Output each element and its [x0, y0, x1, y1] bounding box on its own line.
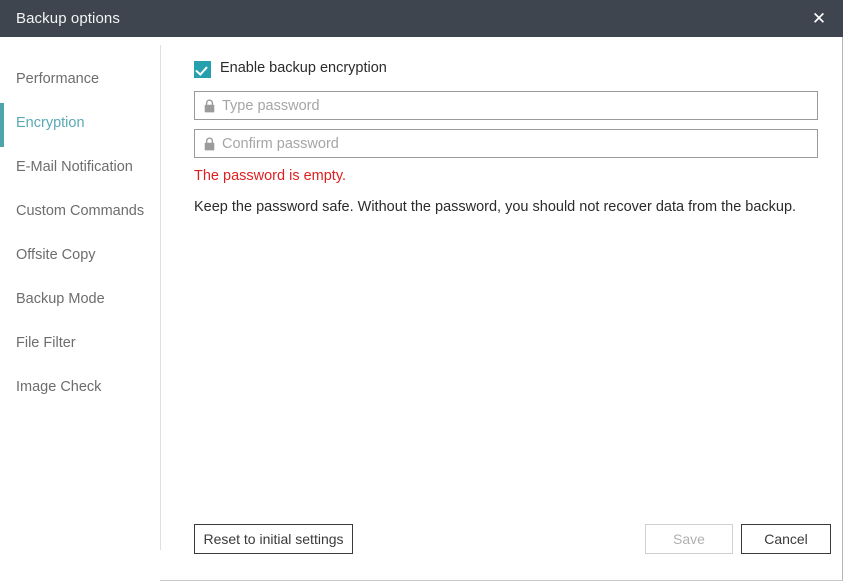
sidebar-item-encryption[interactable]: Encryption: [0, 103, 160, 147]
save-button[interactable]: Save: [645, 524, 733, 554]
password-hint-message: Keep the password safe. Without the pass…: [194, 199, 797, 215]
sidebar-item-performance[interactable]: Performance: [0, 59, 160, 103]
sidebar-item-email-notification[interactable]: E-Mail Notification: [0, 147, 160, 191]
sidebar-item-label: Performance: [16, 71, 100, 87]
confirm-password-input[interactable]: [222, 130, 802, 157]
sidebar-item-label: Offsite Copy: [16, 247, 96, 263]
checkbox-checked-icon: [194, 61, 211, 78]
sidebar-item-label: File Filter: [16, 335, 76, 351]
title-bar: Backup options ✕: [0, 0, 843, 37]
password-error-message: The password is empty.: [194, 168, 347, 184]
sidebar-item-backup-mode[interactable]: Backup Mode: [0, 279, 160, 323]
active-indicator-bar: [0, 103, 4, 147]
close-icon[interactable]: ✕: [808, 8, 830, 30]
lock-icon: [204, 137, 215, 151]
enable-backup-encryption-label: Enable backup encryption: [220, 60, 387, 76]
confirm-password-field-wrapper[interactable]: [194, 129, 818, 158]
reset-to-initial-settings-button[interactable]: Reset to initial settings: [194, 524, 353, 554]
sidebar-item-label: Backup Mode: [16, 291, 105, 307]
sidebar-item-custom-commands[interactable]: Custom Commands: [0, 191, 160, 235]
sidebar-item-file-filter[interactable]: File Filter: [0, 323, 160, 367]
cancel-button[interactable]: Cancel: [741, 524, 831, 554]
password-field-wrapper[interactable]: [194, 91, 818, 120]
sidebar-item-label: E-Mail Notification: [16, 159, 133, 175]
backup-options-dialog: Backup options ✕ Performance Encryption …: [0, 0, 843, 581]
sidebar-item-label: Custom Commands: [16, 203, 145, 219]
content-panel: Enable backup encryption The password is…: [161, 37, 843, 581]
password-input[interactable]: [222, 92, 802, 119]
sidebar-item-offsite-copy[interactable]: Offsite Copy: [0, 235, 160, 279]
sidebar-item-image-check[interactable]: Image Check: [0, 367, 160, 411]
sidebar-nav: Performance Encryption E-Mail Notificati…: [0, 37, 160, 581]
sidebar-item-label: Image Check: [16, 379, 102, 395]
sidebar-item-label: Encryption: [16, 115, 85, 131]
window-title: Backup options: [16, 10, 120, 27]
lock-icon: [204, 99, 215, 113]
